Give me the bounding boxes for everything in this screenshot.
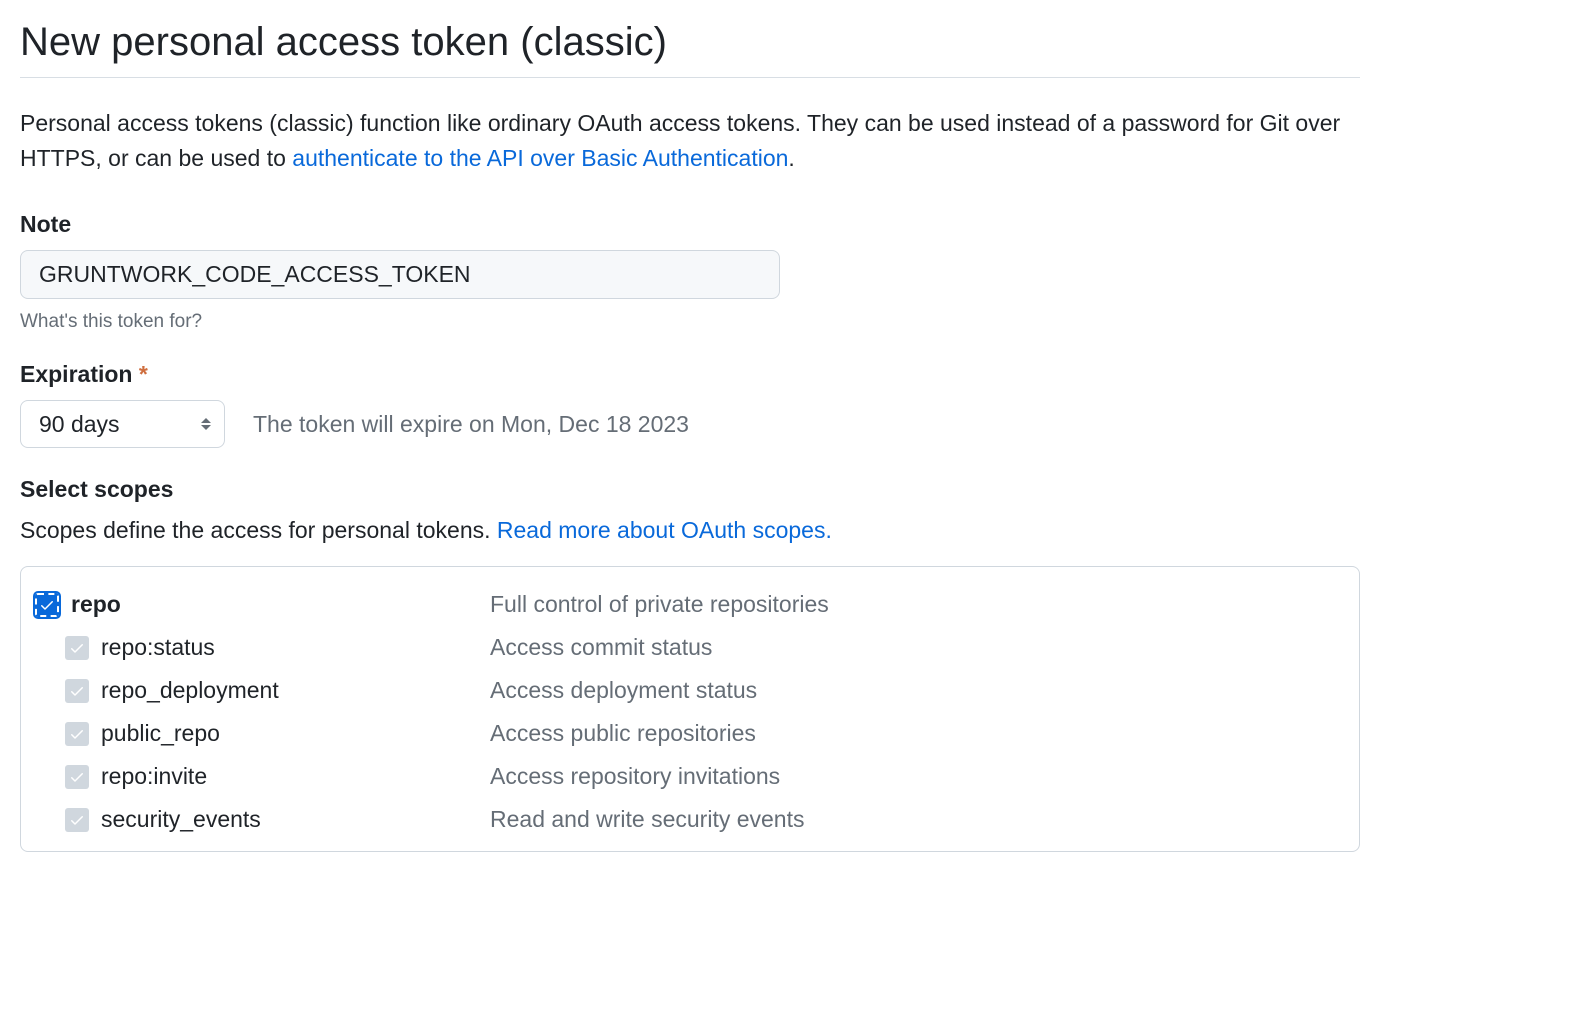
scope-desc: Read and write security events [490, 806, 805, 833]
check-icon [69, 812, 85, 828]
scope-row-repo-invite: repo:invite Access repository invitation… [35, 755, 1345, 798]
scope-desc: Access deployment status [490, 677, 757, 704]
check-icon [69, 726, 85, 742]
expiration-label: Expiration * [20, 361, 1360, 388]
scope-checkbox-repo-status[interactable] [65, 636, 89, 660]
expiration-hint: The token will expire on Mon, Dec 18 202… [253, 411, 689, 438]
oauth-scopes-link[interactable]: Read more about OAuth scopes. [497, 517, 832, 543]
scope-row-public-repo: public_repo Access public repositories [35, 712, 1345, 755]
note-hint: What's this token for? [20, 311, 1360, 333]
expiration-label-text: Expiration [20, 361, 132, 387]
scope-row-repo: repo Full control of private repositorie… [35, 583, 1345, 626]
required-star-icon: * [139, 361, 148, 387]
scope-checkbox-repo-invite[interactable] [65, 765, 89, 789]
scopes-desc-prefix: Scopes define the access for personal to… [20, 517, 497, 543]
page-description: Personal access tokens (classic) functio… [20, 106, 1360, 175]
scope-name: repo_deployment [101, 677, 279, 704]
scope-name: security_events [101, 806, 261, 833]
scope-checkbox-public-repo[interactable] [65, 722, 89, 746]
expiration-select[interactable]: 90 days [20, 400, 225, 448]
scope-checkbox-repo[interactable] [35, 593, 59, 617]
scope-desc: Access repository invitations [490, 763, 780, 790]
check-icon [69, 640, 85, 656]
note-input[interactable] [20, 250, 780, 299]
scope-row-repo-status: repo:status Access commit status [35, 626, 1345, 669]
auth-api-link[interactable]: authenticate to the API over Basic Authe… [292, 145, 788, 171]
scope-name: repo:status [101, 634, 215, 661]
scope-checkbox-security-events[interactable] [65, 808, 89, 832]
scope-desc: Access public repositories [490, 720, 756, 747]
check-icon [69, 769, 85, 785]
scope-row-security-events: security_events Read and write security … [35, 798, 1345, 841]
scope-desc: Access commit status [490, 634, 712, 661]
scope-name: public_repo [101, 720, 220, 747]
scope-desc: Full control of private repositories [490, 591, 829, 618]
scopes-description: Scopes define the access for personal to… [20, 517, 1360, 544]
scope-name: repo:invite [101, 763, 207, 790]
scope-name: repo [71, 591, 121, 618]
scope-row-repo-deployment: repo_deployment Access deployment status [35, 669, 1345, 712]
scope-checkbox-repo-deployment[interactable] [65, 679, 89, 703]
description-text-suffix: . [788, 145, 794, 171]
scopes-box: repo Full control of private repositorie… [20, 566, 1360, 852]
note-label: Note [20, 211, 1360, 238]
check-icon [69, 683, 85, 699]
check-icon [39, 597, 55, 613]
scopes-label: Select scopes [20, 476, 1360, 503]
page-title: New personal access token (classic) [20, 20, 1360, 78]
